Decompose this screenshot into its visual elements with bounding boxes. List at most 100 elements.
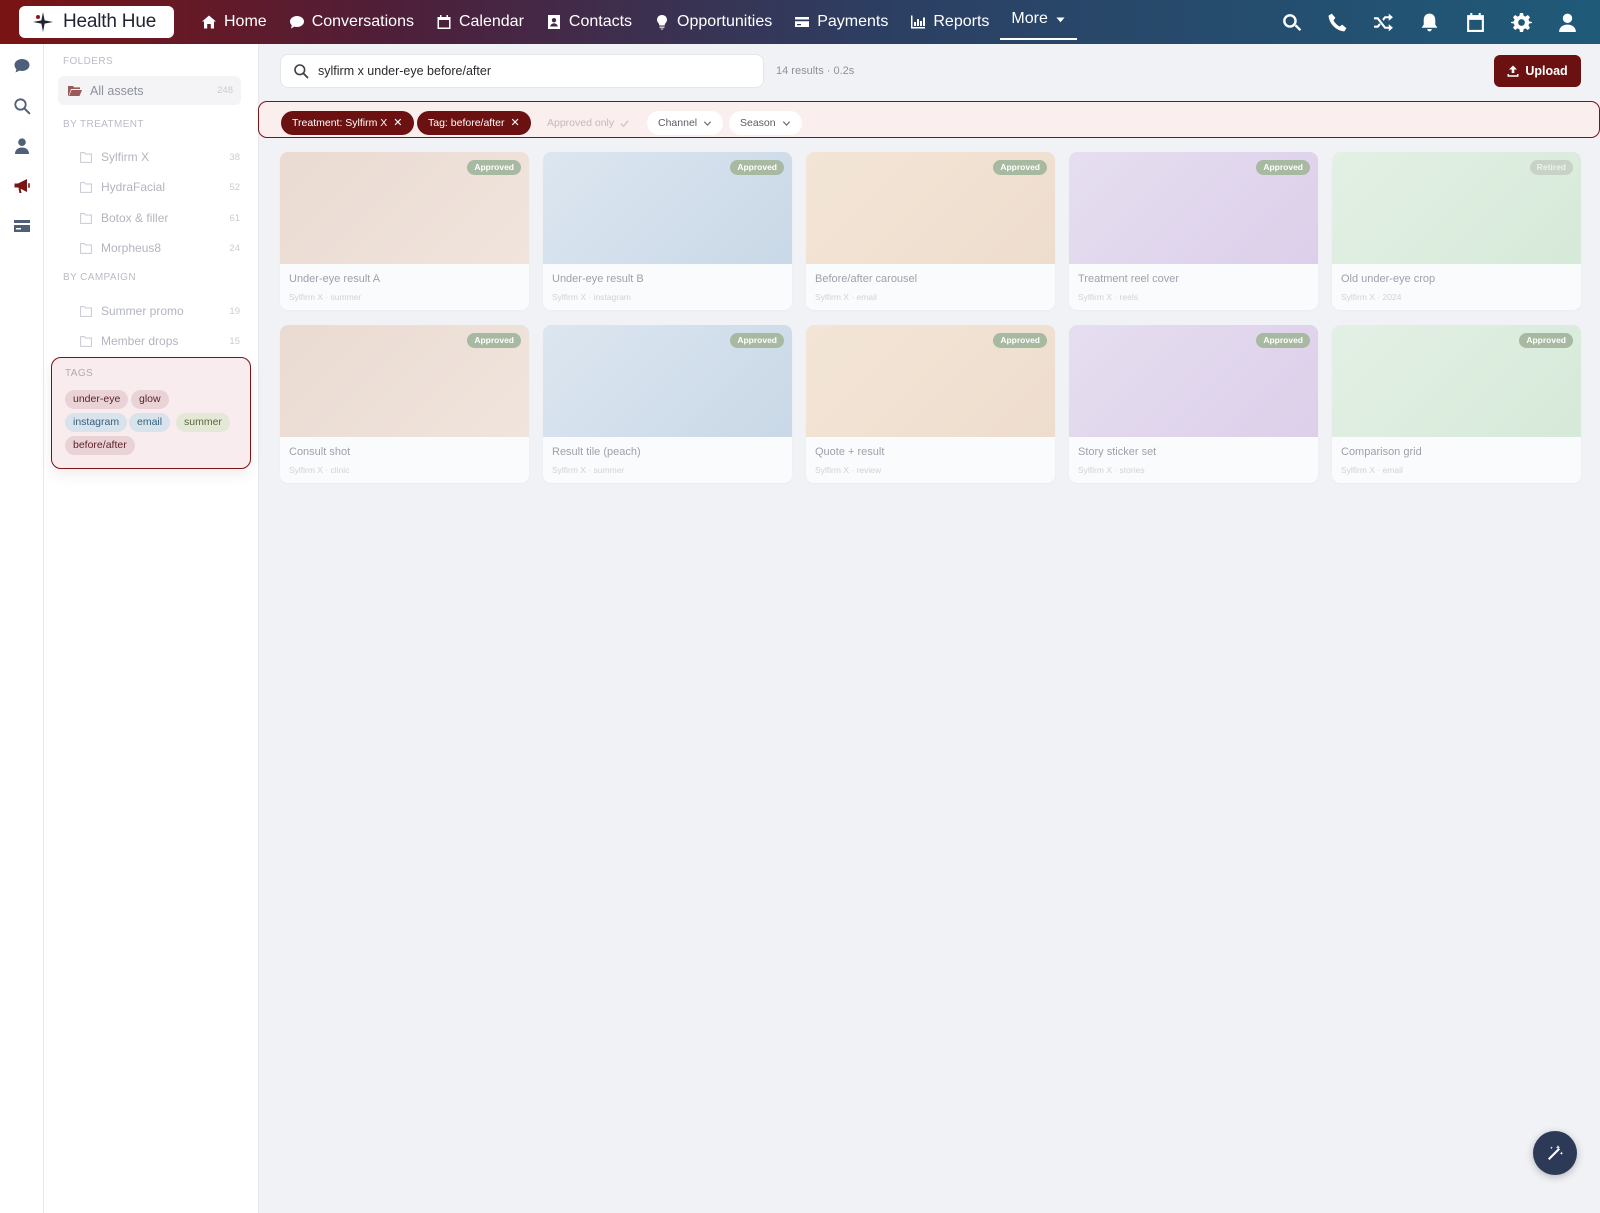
- asset-meta: Sylfirm X · clinic: [289, 465, 350, 475]
- folder-label: Morpheus8: [101, 241, 162, 255]
- shuffle-icon[interactable]: [1373, 12, 1394, 33]
- folder-botox-filler[interactable]: Botox & filler 61: [80, 206, 240, 230]
- asset-card[interactable]: Approved Treatment reel cover Sylfirm X …: [1069, 152, 1318, 310]
- tag-chip[interactable]: glow: [131, 390, 169, 409]
- nav-payments[interactable]: Payments: [783, 0, 899, 44]
- bar-chart-icon: [910, 14, 926, 30]
- asset-name: Under-eye result B: [552, 273, 644, 285]
- folder-sylfirm-x[interactable]: Sylfirm X 38: [80, 145, 240, 169]
- folder-label: Member drops: [101, 334, 179, 348]
- folder-summer-promo[interactable]: Summer promo 19: [80, 299, 240, 323]
- chat-icon[interactable]: [12, 56, 32, 76]
- search-icon: [293, 63, 309, 79]
- nav-reports-label: Reports: [933, 13, 990, 30]
- upload-button[interactable]: Upload: [1494, 55, 1581, 87]
- user-icon[interactable]: [1557, 12, 1578, 33]
- search-input[interactable]: [318, 64, 738, 78]
- active-filter-bar: Treatment: Sylfirm X ✕ Tag: before/after…: [258, 101, 1600, 138]
- asset-card[interactable]: Approved Result tile (peach) Sylfirm X ·…: [543, 325, 792, 483]
- remove-filter-icon[interactable]: ✕: [393, 111, 402, 135]
- tag-chip[interactable]: under-eye: [65, 390, 129, 409]
- filter-chip-label: Treatment: Sylfirm X: [292, 117, 388, 129]
- icon-rail: [0, 44, 44, 1213]
- asset-meta: Sylfirm X · email: [1341, 465, 1403, 475]
- status-badge: Retired: [1529, 160, 1573, 175]
- chat-bubble-icon: [289, 14, 305, 30]
- magic-assist-button[interactable]: [1533, 1131, 1577, 1175]
- nav-more-label: More: [1011, 10, 1048, 27]
- nav-contacts[interactable]: Contacts: [535, 0, 643, 44]
- asset-card[interactable]: Approved Consult shot Sylfirm X · clinic: [280, 325, 529, 483]
- folder-hydrafacial[interactable]: HydraFacial 52: [80, 175, 240, 199]
- nav-calendar[interactable]: Calendar: [425, 0, 535, 44]
- status-badge: Approved: [993, 160, 1047, 175]
- megaphone-icon[interactable]: [12, 176, 32, 196]
- app-logo[interactable]: Health Hue: [19, 6, 174, 38]
- asset-name: Consult shot: [289, 446, 351, 458]
- asset-name: Before/after carousel: [815, 273, 918, 285]
- phone-icon[interactable]: [1327, 12, 1348, 33]
- season-dropdown[interactable]: Season: [729, 111, 802, 135]
- folder-icon: [80, 212, 92, 224]
- folder-all-assets[interactable]: All assets 248: [58, 76, 241, 105]
- folder-icon: [80, 242, 92, 254]
- filter-chip-label: Tag: before/after: [428, 117, 505, 129]
- gear-icon[interactable]: [1511, 12, 1532, 33]
- asset-card[interactable]: Approved Under-eye result A Sylfirm X · …: [280, 152, 529, 310]
- filter-chip-tag[interactable]: Tag: before/after ✕: [417, 111, 531, 135]
- calendar-icon[interactable]: [1465, 12, 1486, 33]
- nav-home-label: Home: [224, 13, 267, 30]
- search-icon[interactable]: [12, 96, 32, 116]
- folder-member-drops[interactable]: Member drops 15: [80, 329, 240, 353]
- asset-meta: Sylfirm X · 2024: [1341, 292, 1402, 302]
- folder-label: Sylfirm X: [101, 150, 149, 164]
- bell-icon[interactable]: [1419, 12, 1440, 33]
- nav-reports[interactable]: Reports: [899, 0, 1000, 44]
- asset-card[interactable]: Approved Under-eye result B Sylfirm X · …: [543, 152, 792, 310]
- card-icon[interactable]: [12, 216, 32, 236]
- tag-chip[interactable]: before/after: [65, 436, 135, 455]
- channel-dropdown[interactable]: Channel: [647, 111, 724, 135]
- approved-only-toggle[interactable]: Approved only: [536, 111, 641, 135]
- top-navigation-bar: Health Hue Home Conversations Calendar C…: [0, 0, 1600, 44]
- by-treatment-section-label: BY TREATMENT: [63, 119, 144, 130]
- status-badge: Approved: [467, 333, 521, 348]
- tag-chip[interactable]: summer: [176, 413, 230, 432]
- contact-card-icon: [546, 14, 562, 30]
- folder-label: HydraFacial: [101, 180, 166, 194]
- lightbulb-icon: [654, 14, 670, 30]
- asset-card[interactable]: Approved Quote + result Sylfirm X · revi…: [806, 325, 1055, 483]
- asset-card[interactable]: Approved Before/after carousel Sylfirm X…: [806, 152, 1055, 310]
- nav-opportunities-label: Opportunities: [677, 13, 773, 30]
- status-badge: Approved: [467, 160, 521, 175]
- asset-meta: Sylfirm X · reels: [1078, 292, 1138, 302]
- folder-icon: [80, 151, 92, 163]
- upload-icon: [1507, 65, 1519, 77]
- all-assets-label: All assets: [90, 83, 144, 98]
- nav-more-menu[interactable]: More: [1000, 0, 1077, 40]
- remove-filter-icon[interactable]: ✕: [510, 111, 519, 135]
- filter-chip-treatment[interactable]: Treatment: Sylfirm X ✕: [281, 111, 414, 135]
- asset-name: Treatment reel cover: [1078, 273, 1180, 285]
- logo-mark-icon: [31, 10, 55, 34]
- tags-panel: TAGS under-eye glow instagram email summ…: [51, 357, 251, 469]
- folder-icon: [80, 335, 92, 347]
- nav-home[interactable]: Home: [190, 0, 278, 44]
- asset-card[interactable]: Retired Old under-eye crop Sylfirm X · 2…: [1332, 152, 1581, 310]
- channel-label: Channel: [658, 117, 698, 129]
- status-badge: Approved: [730, 333, 784, 348]
- asset-name: Comparison grid: [1341, 446, 1422, 458]
- tag-chip[interactable]: email: [129, 413, 171, 432]
- folder-morpheus8[interactable]: Morpheus8 24: [80, 236, 240, 260]
- nav-conversations-label: Conversations: [311, 13, 414, 30]
- nav-conversations[interactable]: Conversations: [278, 0, 425, 44]
- user-icon[interactable]: [12, 136, 32, 156]
- asset-card[interactable]: Approved Story sticker set Sylfirm X · s…: [1069, 325, 1318, 483]
- nav-opportunities[interactable]: Opportunities: [643, 0, 783, 44]
- asset-meta: Sylfirm X · instagram: [552, 292, 631, 302]
- tag-chip[interactable]: instagram: [65, 413, 128, 432]
- asset-name: Quote + result: [815, 446, 885, 458]
- search-icon[interactable]: [1281, 12, 1302, 33]
- nav-contacts-label: Contacts: [568, 13, 633, 30]
- asset-card[interactable]: Approved Comparison grid Sylfirm X · ema…: [1332, 325, 1581, 483]
